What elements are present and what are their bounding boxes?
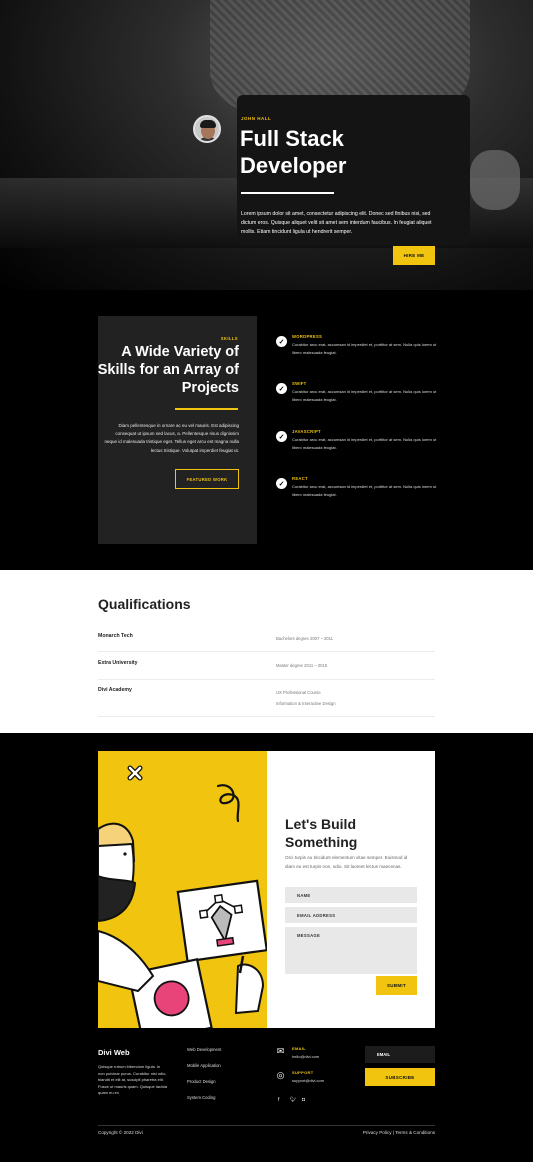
qualification-school: Monarch Tech: [98, 633, 133, 639]
copyright: Copyright © 2022 Divi: [98, 1130, 143, 1135]
hero-background-photo: [210, 0, 470, 110]
check-icon: ✓: [276, 431, 287, 442]
footer: Divi Web Quisque rutrum bibendum ligula.…: [0, 1028, 533, 1162]
legal-links[interactable]: Privacy Policy | Terms & Conditions: [363, 1130, 435, 1135]
skill-name: REACT: [292, 476, 308, 481]
hero-hand-shape: [470, 150, 520, 210]
qualification-school: Extra University: [98, 660, 138, 666]
qualification-row: Monarch Tech Bachelors degree 2007 – 201…: [98, 633, 435, 652]
hero-name-tag: JOHN HALL: [241, 116, 272, 121]
contact-text: Orci turpis eu tincidunt elementum vitae…: [285, 855, 408, 869]
skill-description: Curabitur arcu erat, accumsan id imperdi…: [292, 484, 437, 497]
envelope-icon: ✉: [276, 1046, 285, 1056]
skills-text: Diam pellentesque in ornare ac eu vel ma…: [104, 423, 239, 453]
skills-title: A Wide Variety of Skills for an Array of…: [97, 344, 239, 396]
submit-button[interactable]: SUBMIT: [376, 976, 417, 995]
instagram-icon[interactable]: ◘: [302, 1097, 305, 1103]
footer-about: Quisque rutrum bibendum ligula. In non p…: [98, 1064, 168, 1096]
footer-brand: Divi Web: [98, 1048, 130, 1057]
skill-description: Curabitur arcu erat, accumsan id imperdi…: [292, 389, 437, 402]
message-field[interactable]: MESSAGE: [285, 927, 417, 974]
footer-link-system-coding[interactable]: System Coding: [187, 1095, 215, 1100]
qualification-school: Divi Academy: [98, 687, 132, 693]
skill-description: Curabitur arcu erat, accumsan id imperdi…: [292, 437, 437, 450]
check-icon: ✓: [276, 336, 287, 347]
hero-intro: Lorem ipsum dolor sit amet, consectetur …: [241, 211, 432, 235]
name-field[interactable]: NAME: [285, 887, 417, 903]
skill-name: JAVASCRIPT: [292, 429, 321, 434]
skill-description: Curabitur arcu erat, accumsan id imperdi…: [292, 342, 437, 355]
email-field[interactable]: EMAIL ADDRESS: [285, 907, 417, 923]
twitter-icon[interactable]: 🐦︎: [290, 1097, 296, 1103]
qualification-row: Extra University Master degree 2011 – 20…: [98, 660, 435, 680]
contact-section: Let's Build Something Orci turpis eu tin…: [98, 751, 435, 1028]
qualification-row: Divi Academy UX Professional Course Info…: [98, 687, 435, 717]
skill-name: WORDPRESS: [292, 334, 323, 339]
featured-work-button[interactable]: FEATURED WORK: [175, 469, 239, 489]
hero-section: JOHN HALL Full Stack Developer Lorem ips…: [0, 0, 533, 290]
skill-name: SWIFT: [292, 381, 307, 386]
footer-link-product-design[interactable]: Product Design: [187, 1079, 216, 1084]
footer-link-mobile-application[interactable]: Mobile Application: [187, 1063, 221, 1068]
newsletter-email-input[interactable]: EMAIL: [365, 1046, 435, 1063]
email-label: EMAIL: [292, 1046, 306, 1051]
skills-divider: [175, 408, 238, 410]
skills-tag: SKILLS: [220, 336, 238, 341]
qualification-detail: Bachelors degree 2007 – 2011: [276, 636, 333, 641]
footer-link-web-development[interactable]: Web Development: [187, 1047, 221, 1052]
qualifications-title: Qualifications: [98, 596, 191, 612]
hero-title: Full Stack Developer: [240, 126, 347, 178]
page: JOHN HALL Full Stack Developer Lorem ips…: [0, 0, 533, 1162]
lifebuoy-icon: ◎: [276, 1070, 285, 1080]
avatar: [193, 115, 221, 143]
hire-me-button[interactable]: HIRE ME: [393, 246, 435, 265]
designer-illustration: [98, 751, 267, 1028]
facebook-icon[interactable]: f: [278, 1097, 279, 1103]
contact-title: Let's Build Something: [285, 816, 358, 850]
illustration-graphic: [98, 765, 267, 1028]
qualification-detail: Master degree 2011 – 2015: [276, 663, 328, 668]
footer-divider: [98, 1125, 435, 1126]
hero-divider: [241, 192, 334, 194]
qualification-detail: UX Professional Course Information & Int…: [276, 690, 336, 706]
support-label: SUPPORT: [292, 1070, 314, 1075]
check-icon: ✓: [276, 478, 287, 489]
qualifications-section: Qualifications Monarch Tech Bachelors de…: [0, 570, 533, 733]
email-value[interactable]: hello@divi.com: [292, 1054, 319, 1059]
skills-card: SKILLS A Wide Variety of Skills for an A…: [98, 316, 257, 544]
support-value[interactable]: support@divi.com: [292, 1078, 324, 1083]
check-icon: ✓: [276, 383, 287, 394]
subscribe-button[interactable]: SUBSCRIBE: [365, 1068, 435, 1086]
